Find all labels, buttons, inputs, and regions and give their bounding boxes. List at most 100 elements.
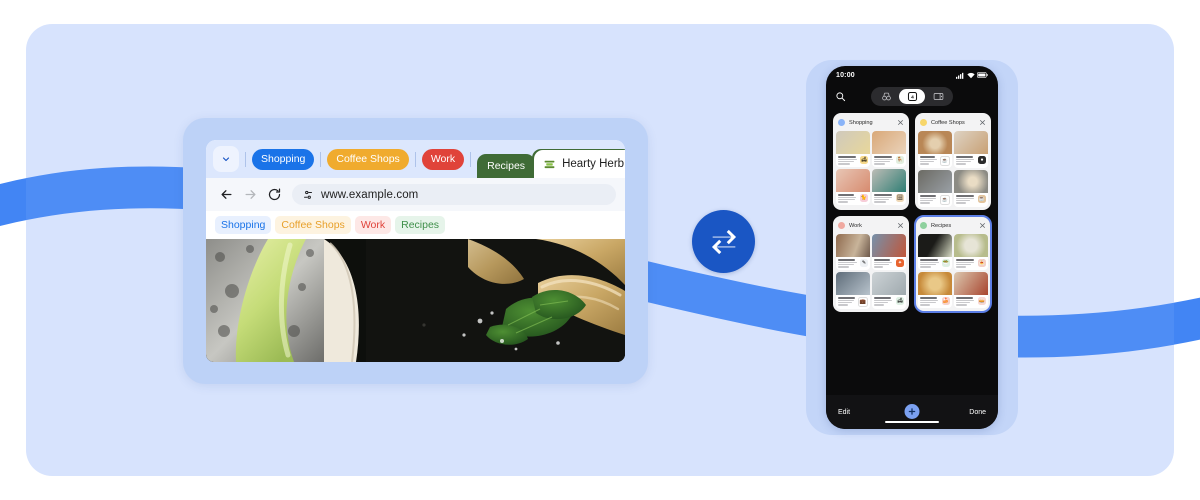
tab-thumbnail[interactable]: 🗄 <box>872 168 906 205</box>
forward-button[interactable] <box>238 183 262 207</box>
tab-separator <box>414 151 416 167</box>
tab-thumbnail[interactable]: 🐈 <box>836 168 870 205</box>
sync-swap-badge <box>692 210 755 273</box>
tab-groups-tab[interactable] <box>925 89 951 104</box>
close-icon[interactable] <box>897 119 904 126</box>
group-color-dot <box>838 119 845 126</box>
tab-thumbnail[interactable]: ☕ <box>918 131 952 168</box>
tab-mode-segmented-control: 4 <box>871 86 953 106</box>
tab-group-recipes[interactable]: Recipes <box>477 154 536 178</box>
plus-icon <box>908 408 916 415</box>
incognito-tabs-tab[interactable] <box>873 89 899 104</box>
tablet-screen: Shopping Coffee Shops Work Recipes Heart… <box>206 140 625 362</box>
tab-group-card-header: Recipes <box>918 219 988 234</box>
tab-group-card-header: Coffee Shops <box>918 116 988 131</box>
status-time: 10:00 <box>836 71 855 79</box>
group-thumbnails: 🥗 🍝 🍰 🥧 <box>918 234 988 308</box>
bookmarks-bar: Shopping Coffee Shops Work Recipes <box>206 211 625 239</box>
tab-thumbnail[interactable]: 🛋 <box>872 271 906 309</box>
battery-icon <box>977 72 988 78</box>
tab-thumbnail[interactable]: 🍝 <box>954 234 988 270</box>
tab-thumbnail[interactable]: 🍰 <box>918 271 952 308</box>
tab-group-card-header: Shopping <box>836 116 906 131</box>
group-thumbnails: ☕ ● ☕ ☕ <box>918 131 988 207</box>
tab-groups-icon <box>933 92 943 100</box>
back-button[interactable] <box>214 183 238 207</box>
group-name: Work <box>849 222 862 229</box>
reload-button[interactable] <box>262 183 286 207</box>
address-bar[interactable]: www.example.com <box>292 184 616 205</box>
edit-button[interactable]: Edit <box>838 409 850 416</box>
group-thumbnails: 🛋 🪑 🐈 🗄 <box>836 131 906 205</box>
tab-group-shopping[interactable]: Shopping <box>252 148 315 170</box>
recipe-card-icon <box>544 160 555 168</box>
tab-separator <box>470 151 472 167</box>
group-color-dot <box>920 119 927 126</box>
phone-device: 10:00 4 Shopping 🛋 🪑 🐈 🗄 Coffee Shops ☕ … <box>806 60 1018 435</box>
tune-icon[interactable] <box>302 189 314 201</box>
new-tab-button[interactable] <box>904 404 920 419</box>
tab-count-icon: 4 <box>907 91 917 101</box>
tab-thumbnail[interactable]: 🪑 <box>872 131 906 167</box>
page-content <box>206 239 625 362</box>
phone-tab-switcher-toolbar: 4 <box>826 84 998 108</box>
incognito-tabs-icon <box>881 92 891 100</box>
active-tab-title: Hearty Herb <box>562 158 625 170</box>
bookmark-work[interactable]: Work <box>354 216 392 234</box>
chevron-down-icon <box>222 157 230 162</box>
phone-status-bar: 10:00 <box>826 66 998 84</box>
tab-group-card-recipes[interactable]: Recipes 🥗 🍝 🍰 🥧 <box>914 215 992 313</box>
phone-bottom-bar: Edit Done <box>826 395 998 429</box>
tab-thumbnail[interactable]: 🥧 <box>954 271 988 308</box>
status-icons <box>956 72 988 79</box>
tab-thumbnail[interactable]: ✎ <box>836 234 870 270</box>
bookmark-coffee-shops[interactable]: Coffee Shops <box>275 216 351 234</box>
tab-group-grid: Shopping 🛋 🪑 🐈 🗄 Coffee Shops ☕ ● ☕ ☕ Wo… <box>826 108 998 313</box>
tab-thumbnail[interactable]: ● <box>954 131 988 168</box>
tab-group-card-header: Work <box>836 219 906 234</box>
tab-group-coffee-shops[interactable]: Coffee Shops <box>327 148 409 170</box>
tab-thumbnail[interactable]: 💼 <box>836 271 870 309</box>
tab-thumbnail[interactable]: ☕ <box>954 170 988 207</box>
active-tab[interactable]: Hearty Herb <box>534 150 625 178</box>
tab-thumbnail[interactable]: ✦ <box>872 234 906 270</box>
search-icon[interactable] <box>835 91 846 102</box>
tab-count-tab[interactable]: 4 <box>899 88 925 104</box>
reload-icon <box>268 188 280 201</box>
close-icon[interactable] <box>897 222 904 229</box>
arrow-back-icon <box>221 190 231 199</box>
browser-toolbar: www.example.com <box>206 178 625 211</box>
recipe-photo <box>206 239 625 362</box>
home-indicator <box>885 420 939 423</box>
group-color-dot <box>920 222 927 229</box>
group-thumbnails: ✎ ✦ 💼 🛋 <box>836 234 906 309</box>
tab-group-card-coffee-shops[interactable]: Coffee Shops ☕ ● ☕ ☕ <box>915 113 991 210</box>
phone-screen: 10:00 4 Shopping 🛋 🪑 🐈 🗄 Coffee Shops ☕ … <box>826 66 998 429</box>
done-button[interactable]: Done <box>969 409 986 416</box>
wifi-icon <box>966 72 975 78</box>
tab-separator <box>320 151 322 167</box>
group-name: Shopping <box>849 119 873 126</box>
tab-thumbnail[interactable]: ☕ <box>918 170 952 207</box>
svg-text:4: 4 <box>911 94 914 100</box>
bookmark-recipes[interactable]: Recipes <box>395 216 446 234</box>
tab-thumbnail[interactable]: 🥗 <box>918 234 952 270</box>
address-bar-url: www.example.com <box>321 188 419 201</box>
bookmark-shopping[interactable]: Shopping <box>215 216 272 234</box>
group-name: Coffee Shops <box>931 119 965 126</box>
tab-separator <box>245 151 246 167</box>
tab-search-chevron-button[interactable] <box>213 146 239 172</box>
group-name: Recipes <box>931 222 952 229</box>
close-icon[interactable] <box>979 222 986 229</box>
browser-tab-strip: Shopping Coffee Shops Work Recipes Heart… <box>206 140 625 178</box>
illustration-canvas: Shopping Coffee Shops Work Recipes Heart… <box>0 0 1200 500</box>
tablet-device: Shopping Coffee Shops Work Recipes Heart… <box>183 118 648 384</box>
close-icon[interactable] <box>979 119 986 126</box>
tab-group-work[interactable]: Work <box>421 148 465 170</box>
arrow-forward-icon <box>245 190 255 199</box>
tab-group-card-work[interactable]: Work ✎ ✦ 💼 🛋 <box>833 216 909 312</box>
cellular-signal-icon <box>956 72 964 79</box>
swap-horizontal-icon <box>711 229 736 254</box>
tab-thumbnail[interactable]: 🛋 <box>836 131 870 167</box>
tab-group-card-shopping[interactable]: Shopping 🛋 🪑 🐈 🗄 <box>833 113 909 210</box>
